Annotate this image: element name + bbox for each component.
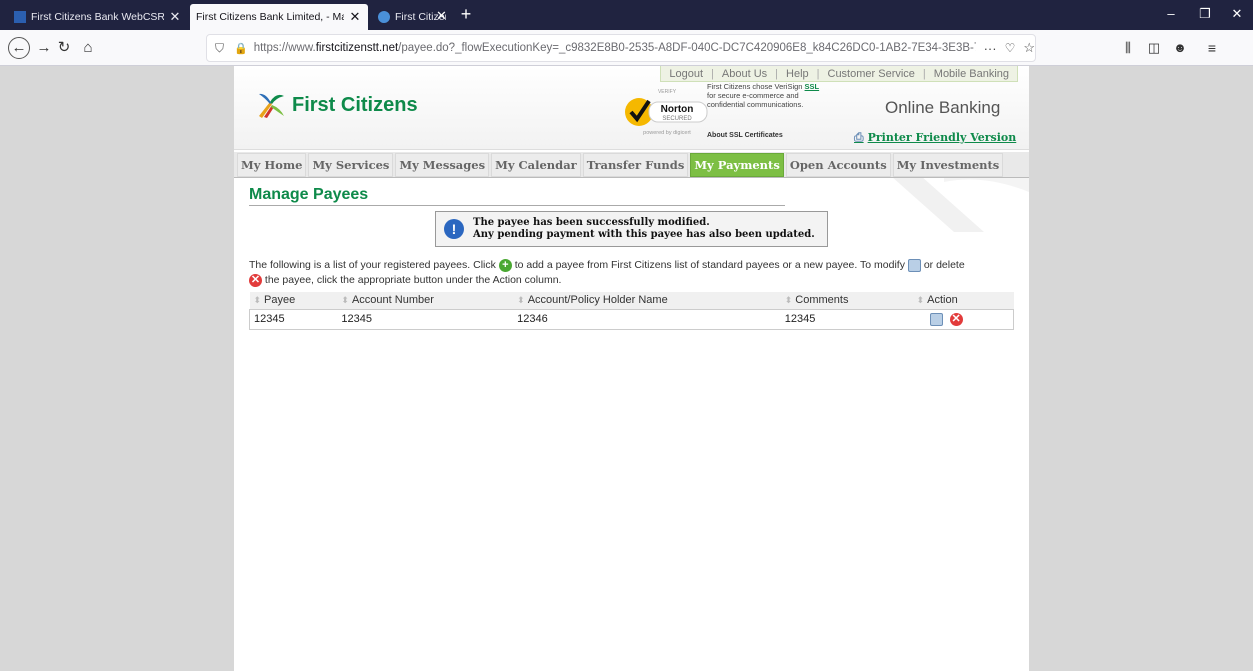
- tab-title: First Citizens Bank Limited, - Manag: [196, 11, 344, 23]
- menu-icon[interactable]: ≡: [1202, 38, 1222, 58]
- add-payee-icon[interactable]: +: [498, 258, 512, 272]
- main-nav: My Home My Services My Messages My Calen…: [234, 152, 1029, 178]
- tab-title: First Citizens Bank WebCSR - C: [31, 11, 164, 23]
- nav-my-investments[interactable]: My Investments: [892, 152, 1004, 177]
- mobile-banking-link[interactable]: Mobile Banking: [926, 68, 1017, 80]
- browser-tab-bar: First Citizens Bank WebCSR - C ✕ First C…: [0, 0, 1253, 30]
- column-header-holder-name[interactable]: ⬍ Account/Policy Holder Name: [513, 292, 781, 310]
- url-bar[interactable]: ⛉ 🔒 https://www.firstcitizenstt.net/paye…: [206, 34, 1036, 62]
- more-icon[interactable]: ···: [984, 41, 997, 56]
- action-cell: ✕: [912, 309, 1014, 330]
- norton-verify: VERIFY: [658, 89, 677, 95]
- library-icon[interactable]: ⫼: [1118, 38, 1138, 58]
- instructions-text: The following is a list of your register…: [249, 258, 965, 287]
- nav-transfer-funds[interactable]: Transfer Funds: [582, 152, 689, 177]
- tab-manage-payees[interactable]: First Citizens Bank Limited, - Manag ✕: [190, 4, 368, 30]
- page-title: Manage Payees: [249, 186, 785, 206]
- edit-payee-button[interactable]: [929, 312, 943, 326]
- norton-name: Norton: [661, 104, 694, 115]
- favicon-icon: [14, 11, 26, 23]
- column-header-payee[interactable]: ⬍ Payee: [249, 292, 338, 310]
- payee-cell: 12345: [249, 309, 338, 330]
- about-us-link[interactable]: About Us: [714, 68, 775, 80]
- favicon-icon: [378, 11, 390, 23]
- site-header: First Citizens VERIFY Norton SECURED pow…: [234, 66, 1029, 150]
- delete-payee-button[interactable]: ✕: [949, 312, 963, 326]
- close-tab-icon[interactable]: ✕: [436, 8, 447, 24]
- nav-my-services[interactable]: My Services: [308, 152, 394, 177]
- message-line-2: Any pending payment with this payee has …: [473, 229, 815, 240]
- logo-icon: [259, 93, 284, 118]
- url-text[interactable]: https://www.firstcitizenstt.net/payee.do…: [254, 42, 976, 54]
- info-icon: !: [444, 219, 464, 239]
- column-header-account-number[interactable]: ⬍ Account Number: [337, 292, 514, 310]
- nav-my-home[interactable]: My Home: [237, 152, 307, 177]
- bank-page: First Citizens VERIFY Norton SECURED pow…: [234, 66, 1029, 671]
- logout-link[interactable]: Logout: [661, 68, 711, 80]
- nav-my-payments[interactable]: My Payments: [690, 152, 784, 177]
- first-citizens-logo[interactable]: First Citizens: [256, 90, 418, 120]
- norton-secured: SECURED: [662, 116, 692, 122]
- home-icon[interactable]: ⌂: [78, 38, 98, 58]
- ssl-notice: First Citizens chose VeriSign SSL for se…: [707, 82, 820, 109]
- norton-seal[interactable]: VERIFY Norton SECURED powered by digicer…: [622, 88, 712, 138]
- customer-service-link[interactable]: Customer Service: [820, 68, 923, 80]
- printer-friendly-link[interactable]: ⎙ Printer Friendly Version: [854, 130, 1016, 145]
- minimize-icon[interactable]: –: [1162, 6, 1180, 21]
- help-link[interactable]: Help: [778, 68, 817, 80]
- nav-my-calendar[interactable]: My Calendar: [491, 152, 581, 177]
- reload-icon[interactable]: ↻: [54, 38, 74, 58]
- close-tab-icon[interactable]: ✕: [168, 9, 182, 25]
- account-icon[interactable]: ☻: [1170, 38, 1190, 58]
- close-tab-icon[interactable]: ✕: [348, 9, 362, 25]
- restore-icon[interactable]: ❐: [1196, 6, 1214, 22]
- nav-my-messages[interactable]: My Messages: [395, 152, 490, 177]
- success-message: ! The payee has been successfully modifi…: [435, 211, 828, 247]
- tab-webcsr[interactable]: First Citizens Bank WebCSR - C ✕: [8, 4, 188, 30]
- nav-open-accounts[interactable]: Open Accounts: [785, 152, 891, 177]
- forward-icon[interactable]: →: [34, 38, 54, 58]
- main-content: Manage Payees ! The payee has been succe…: [249, 186, 1019, 330]
- comments-cell: 12345: [780, 309, 913, 330]
- bookmark-star-icon[interactable]: ☆: [1023, 40, 1035, 56]
- account-number-cell: 12345: [337, 309, 514, 330]
- column-header-action[interactable]: ⬍ Action: [912, 292, 1014, 310]
- pocket-icon[interactable]: ♡: [1005, 41, 1016, 55]
- printer-icon: ⎙: [854, 130, 864, 144]
- about-ssl-link[interactable]: About SSL Certificates: [707, 132, 783, 139]
- shield-icon: ⛉: [215, 40, 225, 55]
- online-banking-label: Online Banking: [885, 98, 1001, 117]
- table-row: 12345 12345 12346 12345 ✕: [249, 309, 1014, 330]
- edit-icon: [907, 258, 921, 272]
- payees-table: ⬍ Payee ⬍ Account Number ⬍ Account/Policy H…: [249, 292, 1014, 330]
- back-icon[interactable]: ←: [8, 37, 30, 59]
- logo-text: First Citizens: [292, 93, 418, 116]
- top-utility-nav: Logout | About Us | Help | Customer Service…: [660, 66, 1018, 82]
- new-tab-button[interactable]: +: [455, 4, 477, 26]
- holder-name-cell: 12346: [513, 309, 781, 330]
- sidebar-icon[interactable]: ◫: [1144, 38, 1164, 58]
- column-header-comments[interactable]: ⬍ Comments: [780, 292, 913, 310]
- norton-powered: powered by digicert: [643, 130, 691, 136]
- delete-icon: ✕: [249, 273, 262, 287]
- browser-toolbar: ← → ↻ ⌂ ⛉ 🔒 https://www.firstcitizenstt.…: [0, 30, 1253, 66]
- lock-icon: 🔒: [234, 42, 248, 55]
- close-window-icon[interactable]: ✕: [1228, 6, 1246, 22]
- ssl-link[interactable]: SSL: [805, 82, 820, 91]
- message-line-1: The payee has been successfully modified…: [473, 217, 710, 228]
